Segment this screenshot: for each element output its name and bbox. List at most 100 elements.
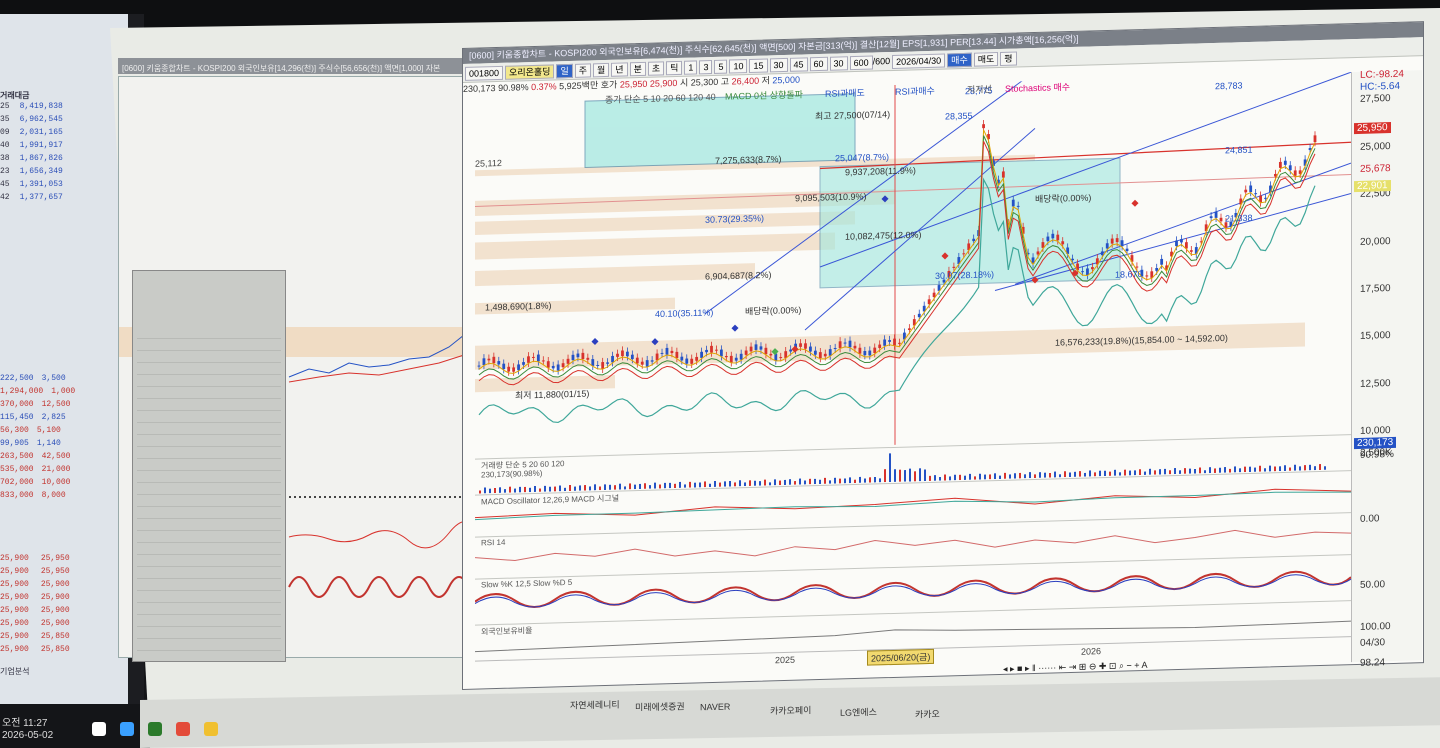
stock-name-field[interactable]: 오리온홀딩	[505, 64, 555, 80]
taskbar-item[interactable]: 카카오페이	[770, 703, 811, 717]
period-button-1[interactable]: 주	[574, 63, 592, 78]
minute-button-2[interactable]: 5	[714, 59, 728, 74]
candle-body	[1189, 250, 1193, 252]
volume-bar	[1164, 468, 1166, 475]
taskbar-icons	[92, 720, 228, 737]
period-button-3[interactable]: 년	[611, 61, 628, 77]
volume-bar	[1264, 468, 1266, 472]
stock-code-input[interactable]: 001800	[465, 65, 504, 81]
left-quote-row[interactable]: 25,900 25,900	[0, 593, 118, 604]
folder-icon[interactable]	[203, 722, 218, 737]
left-price-row[interactable]: 115,450 2,825	[0, 413, 118, 424]
volume-bar	[679, 481, 681, 488]
chart-window[interactable]: [0600] 키움종합차트 - KOSPI200 외국인보유[6,474(천)]…	[462, 21, 1424, 690]
left-quote-row[interactable]: 25,900 25,850	[0, 632, 118, 643]
range-input[interactable]: 600	[849, 55, 873, 70]
price-change: 12,500	[41, 400, 71, 409]
extra-button[interactable]: 평	[1000, 51, 1017, 66]
candle-body	[734, 357, 738, 361]
left-list-row[interactable]: 25 8,419,838	[0, 102, 118, 113]
left-price-row[interactable]: 99,905 1,140	[0, 439, 118, 450]
left-quote-row[interactable]: 25,900 25,900	[0, 580, 118, 591]
period-button-5[interactable]: 초	[647, 60, 665, 76]
company-analysis-tab[interactable]: 기업분석	[0, 666, 118, 677]
price-change: 1,000	[51, 387, 76, 396]
candle-body	[551, 365, 555, 369]
left-quote-row[interactable]: 25,900 25,850	[0, 645, 118, 656]
volume-bar	[899, 469, 901, 482]
left-list-row[interactable]: 23 1,656,349	[0, 167, 118, 178]
left-list-row[interactable]: 09 2,031,165	[0, 128, 118, 139]
volume-bar	[664, 482, 666, 489]
price-change: 42,500	[41, 452, 71, 461]
row-key: 23	[0, 167, 10, 176]
volume-bar	[1284, 465, 1286, 472]
left-price-row[interactable]: 535,000 21,000	[0, 465, 118, 476]
taskbar-item[interactable]: LG엔에스	[840, 705, 877, 719]
volume-bar	[1039, 472, 1041, 478]
left-list-row[interactable]: 40 1,991,917	[0, 141, 118, 152]
left-list-row[interactable]: 45 1,391,053	[0, 180, 118, 191]
minute-button-7[interactable]: 60	[809, 56, 828, 71]
period-button-4[interactable]: 분	[629, 61, 646, 76]
windows-start-icon[interactable]	[92, 722, 106, 737]
volume-bar	[1174, 468, 1176, 475]
date-input[interactable]: 2026/04/30	[892, 53, 946, 69]
price-chart[interactable]: 최고 27,500(07/14) 7,275,633(8.7%) 9,937,208…	[475, 72, 1351, 456]
left-quote-row[interactable]: 25,900 25,900	[0, 619, 118, 630]
volume-bar	[929, 475, 931, 481]
candle-body	[1016, 205, 1020, 207]
price-value: 1,294,000	[0, 387, 44, 396]
candle-body	[685, 358, 689, 364]
annotation-level_21338: 21,338	[1225, 213, 1253, 224]
app-icon[interactable]	[175, 722, 190, 737]
quote-ask: 25,850	[40, 632, 70, 641]
period-button-6[interactable]: 틱	[666, 60, 683, 75]
count-input[interactable]: 30	[829, 55, 848, 71]
taskbar-item[interactable]: NAVER	[700, 702, 730, 713]
minute-button-3[interactable]: 10	[729, 58, 748, 74]
volume-bar	[1034, 474, 1036, 479]
period-button-0[interactable]: 일	[556, 63, 573, 78]
left-quote-row[interactable]: 25,900 25,950	[0, 554, 118, 565]
left-price-row[interactable]: 370,000 12,500	[0, 400, 118, 411]
candle-body	[497, 361, 501, 365]
back-order-panel[interactable]	[132, 270, 286, 662]
left-list-row[interactable]: 35 6,962,545	[0, 115, 118, 126]
candle-body	[596, 364, 600, 367]
minute-button-4[interactable]: 15	[749, 58, 768, 73]
volume-bar	[1294, 464, 1296, 471]
annotation-level_25047: 25,047(8.7%)	[835, 152, 889, 164]
volume-profile-band	[475, 322, 1305, 370]
minute-button-1[interactable]: 3	[699, 59, 713, 74]
left-price-row[interactable]: 1,294,000 1,000	[0, 387, 118, 398]
minute-button-5[interactable]: 30	[769, 57, 788, 73]
left-price-row[interactable]: 222,500 3,500	[0, 374, 118, 385]
left-list-row[interactable]: 38 1,867,826	[0, 154, 118, 165]
left-quote-row[interactable]: 25,900 25,950	[0, 567, 118, 578]
candle-body	[616, 353, 619, 357]
taskbar-item[interactable]: 미래에셋증권	[635, 699, 685, 713]
left-price-row[interactable]: 263,500 42,500	[0, 452, 118, 463]
candle-body	[1160, 258, 1164, 265]
left-price-row[interactable]: 56,300 5,100	[0, 426, 118, 437]
left-price-row[interactable]: 833,000 8,000	[0, 491, 118, 502]
annotation-vp6: 1,498,690(1.8%)	[485, 301, 552, 313]
search-icon[interactable]	[119, 722, 134, 737]
quote-ask: 25,950	[40, 554, 70, 563]
browser-icon[interactable]	[147, 722, 162, 737]
minute-button-0[interactable]: 1	[684, 60, 698, 75]
left-list-row[interactable]: 42 1,377,657	[0, 193, 118, 204]
indicator-label-rsi_label: RSI과매도	[825, 88, 865, 99]
period-button-2[interactable]: 월	[593, 62, 610, 77]
candle-body	[1180, 239, 1183, 243]
sell-button[interactable]: 매도	[973, 51, 999, 67]
taskbar-item[interactable]: 자연세레니티	[570, 698, 620, 712]
candle-body	[789, 349, 793, 352]
quote-bid: 25,900	[0, 593, 29, 602]
minute-button-6[interactable]: 45	[789, 56, 808, 72]
taskbar-item[interactable]: 카카오	[915, 707, 940, 720]
left-quote-row[interactable]: 25,900 25,900	[0, 606, 118, 617]
buy-button[interactable]: 매수	[947, 52, 972, 68]
left-price-row[interactable]: 702,000 10,000	[0, 478, 118, 489]
